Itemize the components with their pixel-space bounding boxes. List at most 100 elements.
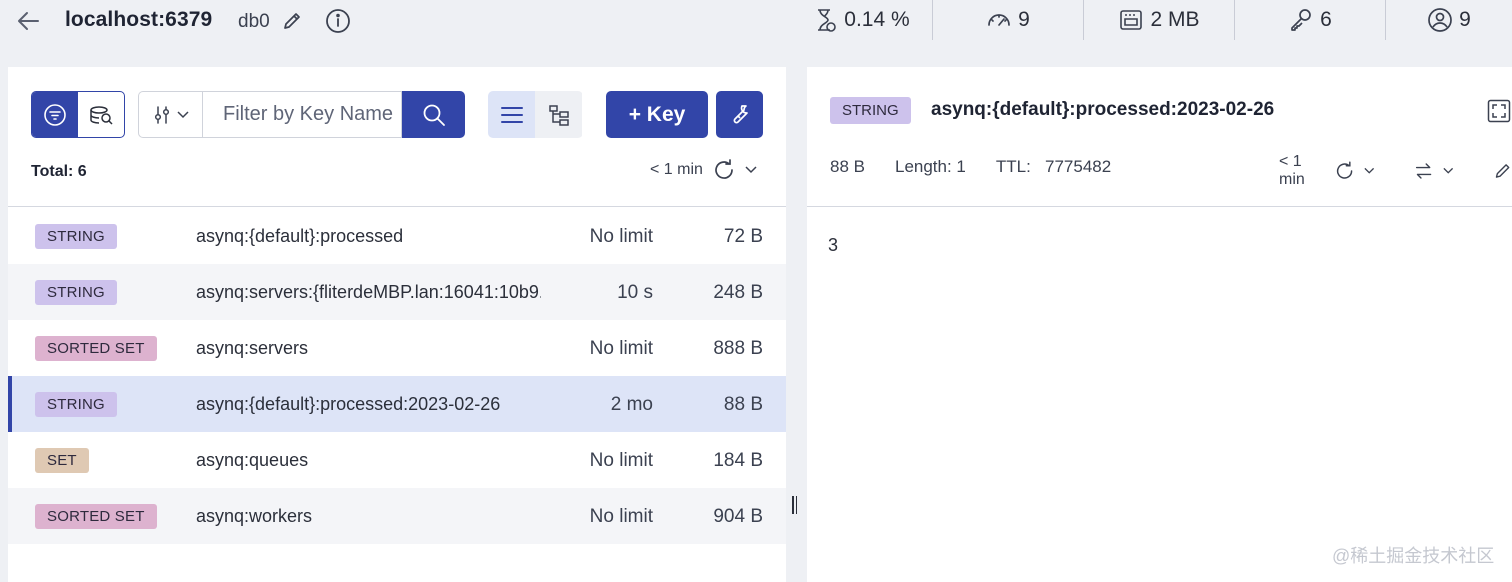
key-type-badge: STRING: [35, 224, 117, 249]
ops-stat: 9: [933, 0, 1084, 40]
details-refresh-time: < 1 min: [1279, 153, 1305, 188]
key-type-select[interactable]: [138, 91, 202, 138]
watermark: @稀土掘金技术社区: [1332, 546, 1495, 566]
instance-stats: 0.14 % 9 2 MB 6 9: [790, 0, 1512, 40]
key-details-header: STRING asynq:{default}:processed:2023-02…: [807, 67, 1512, 207]
refresh-icon[interactable]: [1335, 160, 1354, 182]
key-name: asynq:servers: [196, 338, 309, 358]
key-ttl: No limit: [589, 506, 653, 527]
list-icon: [500, 106, 523, 123]
key-ttl: 2 mo: [610, 394, 653, 415]
key-filter-group: [138, 91, 465, 138]
refresh-icon[interactable]: [713, 159, 735, 181]
fullscreen-icon[interactable]: [1487, 99, 1511, 123]
search-icon: [423, 104, 445, 126]
vector-search-button[interactable]: [78, 92, 124, 137]
memory-value: 2 MB: [1150, 8, 1200, 31]
details-toolbar: < 1 min: [1279, 153, 1512, 189]
refresh-options-chevron-icon[interactable]: [745, 166, 757, 174]
chevron-down-icon: [176, 110, 189, 118]
tree-view-button[interactable]: [535, 91, 582, 138]
top-bar: localhost:6379 db0 0.14 % 9 2 MB 6 9: [0, 0, 1512, 44]
sliders-icon: [154, 105, 169, 124]
key-size: 72 B: [723, 226, 763, 247]
key-length-info: Length: 1: [894, 157, 966, 176]
layout-toggle: [488, 91, 583, 138]
search-mode-toggle: [31, 91, 125, 138]
add-key-button[interactable]: + Key: [606, 91, 708, 138]
gauge-icon: [988, 14, 1011, 26]
key-name: asynq:queues: [196, 450, 309, 470]
format-options-chevron-icon[interactable]: [1443, 167, 1454, 175]
database-index: db0: [238, 11, 270, 32]
info-icon[interactable]: [325, 8, 351, 34]
key-row[interactable]: SORTED SET asynq:servers No limit 888 B: [8, 320, 786, 376]
key-details-panel: STRING asynq:{default}:processed:2023-02…: [807, 67, 1512, 582]
ttl-value: 7775482: [1045, 157, 1112, 176]
key-ttl: 10 s: [617, 282, 653, 303]
key-size: 88 B: [723, 394, 763, 415]
key-meta: 88 B Length: 1 TTL: 7775482: [830, 157, 1111, 177]
key-list: STRING asynq:{default}:processed No limi…: [8, 208, 786, 544]
keys-value: 6: [1320, 8, 1332, 31]
key-ttl: No limit: [589, 226, 653, 247]
user-icon: [1428, 8, 1453, 32]
key-icon: [1291, 9, 1312, 31]
clients-value: 9: [1459, 8, 1471, 31]
keys-stat: 6: [1235, 0, 1386, 40]
memory-stat: 2 MB: [1084, 0, 1235, 40]
key-value[interactable]: 3: [828, 235, 838, 256]
panel-resize-handle[interactable]: [792, 496, 800, 516]
edit-pencil-icon[interactable]: [1493, 160, 1512, 182]
key-row[interactable]: SORTED SET asynq:workers No limit 904 B: [8, 488, 786, 544]
back-arrow-icon[interactable]: [16, 8, 42, 34]
total-keys-count: Total: 6: [31, 163, 87, 180]
key-type-badge: STRING: [35, 280, 117, 305]
key-row[interactable]: STRING asynq:servers:{fliterdeMBP.lan:16…: [8, 264, 786, 320]
key-size: 184 B: [713, 450, 763, 471]
key-type-badge: STRING: [830, 97, 911, 124]
edit-pencil-icon[interactable]: [281, 10, 303, 32]
ttl-label: TTL:: [995, 157, 1031, 176]
key-type-badge: SORTED SET: [35, 504, 157, 529]
key-filter-input[interactable]: [202, 91, 402, 138]
key-browser-panel: + Key Total: 6 < 1 min STRING asynq:{def…: [8, 67, 786, 582]
key-name: asynq:{default}:processed: [196, 226, 404, 246]
key-size: 248 B: [713, 282, 763, 303]
key-size: 888 B: [713, 338, 763, 359]
key-name: asynq:workers: [196, 506, 313, 526]
stack-search-icon: [90, 105, 113, 125]
tree-icon: [548, 104, 569, 126]
key-row-selected[interactable]: STRING asynq:{default}:processed:2023-02…: [8, 376, 786, 432]
cpu-value: 0.14 %: [844, 8, 910, 31]
connection-host: localhost:6379: [65, 8, 213, 31]
list-view-button[interactable]: [488, 91, 535, 138]
format-switch-icon[interactable]: [1414, 160, 1433, 182]
wrench-icon: [733, 104, 748, 123]
ops-value: 9: [1018, 8, 1030, 31]
key-ttl-info[interactable]: TTL: 7775482: [996, 157, 1111, 177]
key-type-badge: SORTED SET: [35, 336, 157, 361]
filter-icon: [44, 103, 66, 126]
refresh-options-chevron-icon[interactable]: [1364, 167, 1375, 175]
key-row[interactable]: STRING asynq:{default}:processed No limi…: [8, 208, 786, 264]
key-ttl: No limit: [589, 450, 653, 471]
key-name: asynq:servers:{fliterdeMBP.lan:16041:10b…: [196, 282, 541, 302]
selected-key-name[interactable]: asynq:{default}:processed:2023-02-26: [931, 99, 1274, 121]
cpu-stat: 0.14 %: [790, 0, 933, 40]
last-refresh-time: < 1 min: [650, 161, 703, 178]
cpu-hourglass-icon: [818, 9, 837, 32]
key-row[interactable]: SET asynq:queues No limit 184 B: [8, 432, 786, 488]
key-name: asynq:{default}:processed:2023-02-26: [196, 394, 501, 414]
key-size-info: 88 B: [830, 157, 865, 176]
bulk-actions-button[interactable]: [716, 91, 763, 138]
key-type-badge: STRING: [35, 392, 117, 417]
list-refresh-group: < 1 min: [650, 159, 757, 181]
browser-toolbar: + Key Total: 6 < 1 min: [8, 67, 786, 207]
key-size: 904 B: [713, 506, 763, 527]
memory-icon: [1120, 10, 1143, 30]
search-button[interactable]: [402, 91, 465, 138]
filter-mode-button[interactable]: [32, 92, 78, 137]
clients-stat: 9: [1386, 0, 1512, 40]
key-type-badge: SET: [35, 448, 89, 473]
